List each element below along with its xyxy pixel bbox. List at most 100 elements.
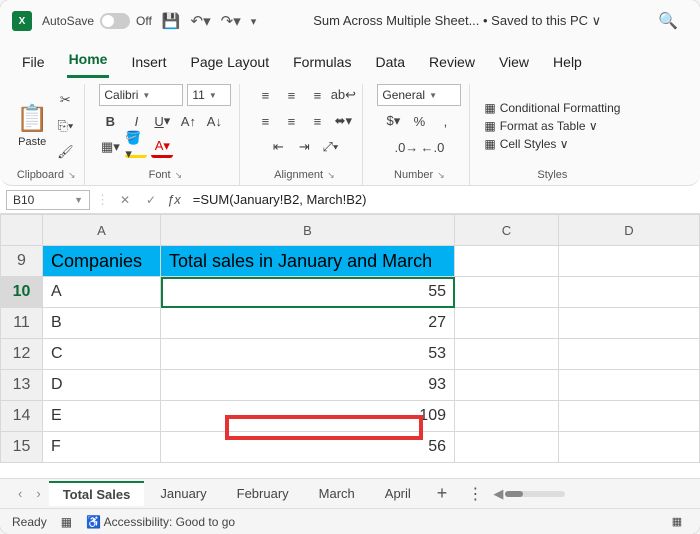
qat-overflow[interactable]: ▾ [251,15,257,28]
column-header-c[interactable]: C [455,215,559,246]
cell[interactable] [455,370,559,401]
tab-file[interactable]: File [20,50,47,78]
tab-home[interactable]: Home [67,47,110,78]
workbook-stats-icon[interactable]: ▦ [61,515,72,529]
sheet-tab-february[interactable]: February [223,482,303,505]
align-center-icon[interactable]: ≡ [280,110,302,132]
sheet-tab-january[interactable]: January [146,482,220,505]
increase-font-icon[interactable]: A↑ [177,110,199,132]
column-header-a[interactable]: A [43,215,161,246]
bold-icon[interactable]: B [99,110,121,132]
cell[interactable] [455,401,559,432]
format-painter-icon[interactable]: 🖌 [54,141,76,163]
sheet-nav-next[interactable]: › [30,486,46,501]
fx-icon[interactable]: ƒx [167,192,181,207]
font-dialog-launcher[interactable]: ↘ [175,170,183,180]
font-name-select[interactable]: Calibri▼ [99,84,183,106]
decrease-indent-icon[interactable]: ⇤ [267,136,289,158]
tab-page-layout[interactable]: Page Layout [188,50,271,78]
cell[interactable] [559,308,700,339]
cell[interactable] [559,277,700,308]
cell[interactable]: E [43,401,161,432]
search-icon[interactable]: 🔍 [658,11,678,31]
decrease-font-icon[interactable]: A↓ [203,110,225,132]
currency-icon[interactable]: $▾ [382,110,404,132]
percent-icon[interactable]: % [408,110,430,132]
sheet-nav-prev[interactable]: ‹ [12,486,28,501]
font-color-icon[interactable]: A▾ [151,136,173,158]
format-as-table-button[interactable]: ▦Format as Table ∨ [484,119,620,133]
formula-bar[interactable]: =SUM(January!B2, March!B2) [187,190,694,209]
document-title[interactable]: Sum Across Multiple Sheet... • Saved to … [266,13,648,29]
row-header[interactable]: 10 [1,277,43,308]
cell[interactable] [455,277,559,308]
cell[interactable]: C [43,339,161,370]
cell[interactable]: 109 [161,401,455,432]
cell[interactable]: F [43,432,161,463]
row-header[interactable]: 14 [1,401,43,432]
tab-data[interactable]: Data [373,50,407,78]
new-sheet-button[interactable]: + [427,483,458,504]
cell[interactable]: Companies [43,246,161,277]
cell[interactable] [455,339,559,370]
borders-icon[interactable]: ▦▾ [99,136,121,158]
cell[interactable]: 27 [161,308,455,339]
cell[interactable] [455,246,559,277]
tab-view[interactable]: View [497,50,531,78]
tab-help[interactable]: Help [551,50,584,78]
horizontal-scrollbar[interactable] [505,488,565,500]
wrap-text-icon[interactable]: ab↩ [332,84,354,106]
cell[interactable] [559,432,700,463]
sheet-tab-total-sales[interactable]: Total Sales [49,481,145,506]
cell[interactable] [559,370,700,401]
copy-icon[interactable]: ⎘▾ [54,115,76,137]
conditional-formatting-button[interactable]: ▦Conditional Formatting [484,101,620,115]
orientation-icon[interactable]: ⤢▾ [319,136,341,158]
name-box[interactable]: B10▼ [6,190,90,210]
cell[interactable]: Total sales in January and March [161,246,455,277]
cell[interactable] [455,308,559,339]
sheet-tabs-overflow[interactable]: ⋮ [459,484,491,504]
redo-icon[interactable]: ↷▾ [221,12,241,30]
cell[interactable]: D [43,370,161,401]
cell[interactable]: 93 [161,370,455,401]
row-header[interactable]: 13 [1,370,43,401]
paste-label[interactable]: Paste [18,136,46,148]
normal-view-icon[interactable]: ▦ [666,513,688,531]
select-all-corner[interactable] [1,215,43,246]
cell[interactable] [559,401,700,432]
number-format-select[interactable]: General▼ [377,84,461,106]
increase-indent-icon[interactable]: ⇥ [293,136,315,158]
number-dialog-launcher[interactable]: ↘ [437,170,445,180]
align-right-icon[interactable]: ≡ [306,110,328,132]
accessibility-status[interactable]: ♿ Accessibility: Good to go [86,515,235,529]
cell[interactable] [455,432,559,463]
cancel-formula-icon[interactable]: ✕ [115,193,135,207]
align-bottom-icon[interactable]: ≡ [306,84,328,106]
clipboard-dialog-launcher[interactable]: ↘ [68,170,76,180]
row-header[interactable]: 9 [1,246,43,277]
decrease-decimal-icon[interactable]: ←.0 [421,136,443,158]
cell-selected[interactable]: 55 [161,277,455,308]
tab-insert[interactable]: Insert [129,50,168,78]
cell[interactable] [559,339,700,370]
underline-icon[interactable]: U▾ [151,110,173,132]
cell[interactable] [559,246,700,277]
sheet-tab-march[interactable]: March [305,482,369,505]
column-header-d[interactable]: D [559,215,700,246]
save-icon[interactable]: 💾 [162,12,181,30]
cell[interactable]: 56 [161,432,455,463]
comma-style-icon[interactable]: , [434,110,456,132]
paste-icon[interactable]: 📋 [16,103,48,134]
align-middle-icon[interactable]: ≡ [280,84,302,106]
tab-formulas[interactable]: Formulas [291,50,353,78]
alignment-dialog-launcher[interactable]: ↘ [327,170,335,180]
row-header[interactable]: 12 [1,339,43,370]
merge-center-icon[interactable]: ⬌▾ [332,110,354,132]
align-left-icon[interactable]: ≡ [254,110,276,132]
align-top-icon[interactable]: ≡ [254,84,276,106]
enter-formula-icon[interactable]: ✓ [141,193,161,207]
cell[interactable]: 53 [161,339,455,370]
tab-review[interactable]: Review [427,50,477,78]
row-header[interactable]: 15 [1,432,43,463]
